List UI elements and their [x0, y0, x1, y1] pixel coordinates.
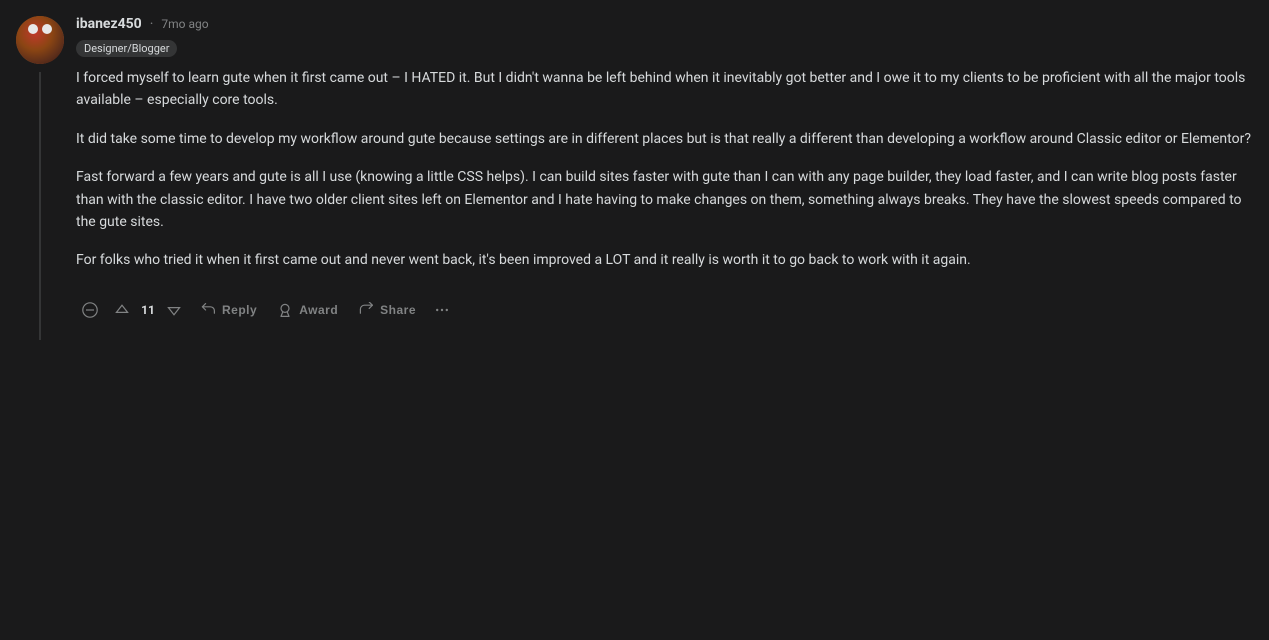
content-column: ibanez450 · 7mo ago Designer/Blogger I f…	[76, 16, 1253, 340]
avatar-image	[16, 16, 64, 64]
comment-actions: 11 Reply	[76, 288, 1253, 340]
paragraph-3: Fast forward a few years and gute is all…	[76, 166, 1253, 233]
vote-section: 11	[108, 296, 188, 324]
award-button[interactable]: Award	[269, 296, 346, 324]
upvote-button[interactable]	[108, 296, 136, 324]
more-options-button[interactable]	[428, 296, 456, 324]
upvote-icon	[114, 302, 130, 318]
paragraph-2: It did take some time to develop my work…	[76, 128, 1253, 150]
more-dots-icon	[434, 302, 450, 318]
timestamp: 7mo ago	[161, 17, 208, 31]
minus-circle-icon	[82, 302, 98, 318]
reply-button[interactable]: Reply	[192, 296, 265, 324]
username[interactable]: ibanez450	[76, 16, 142, 32]
award-icon	[277, 302, 293, 318]
comment-body: I forced myself to learn gute when it fi…	[76, 67, 1253, 272]
downvote-button[interactable]	[160, 296, 188, 324]
share-label: Share	[380, 303, 416, 317]
downvote-icon	[166, 302, 182, 318]
reply-label: Reply	[222, 303, 257, 317]
separator: ·	[150, 16, 154, 32]
reply-icon	[200, 302, 216, 318]
avatar[interactable]	[16, 16, 64, 64]
share-icon	[358, 302, 374, 318]
thread-line	[39, 72, 41, 340]
award-label: Award	[299, 303, 338, 317]
flair-badge: Designer/Blogger	[76, 40, 177, 57]
share-button[interactable]: Share	[350, 296, 424, 324]
paragraph-1: I forced myself to learn gute when it fi…	[76, 67, 1253, 112]
comment-header: ibanez450 · 7mo ago	[76, 16, 1253, 32]
paragraph-4: For folks who tried it when it first cam…	[76, 249, 1253, 271]
collapse-button[interactable]	[76, 296, 104, 324]
left-column	[16, 16, 64, 340]
comment-container: ibanez450 · 7mo ago Designer/Blogger I f…	[0, 0, 1269, 340]
vote-count: 11	[140, 303, 156, 317]
